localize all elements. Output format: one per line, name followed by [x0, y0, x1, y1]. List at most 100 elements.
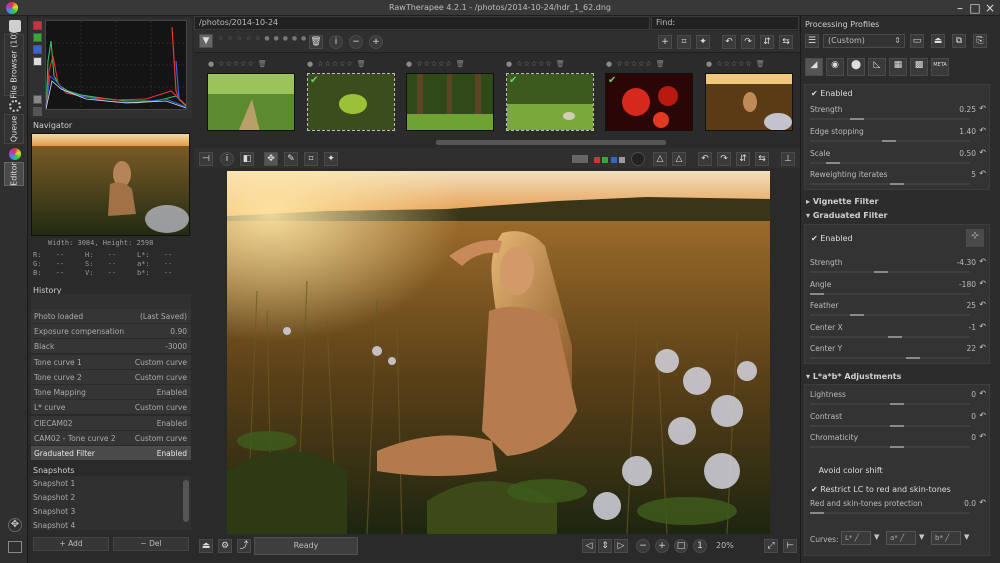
strength-slider[interactable] [810, 118, 970, 120]
color-wheel-icon[interactable] [9, 148, 21, 160]
thumb-rating-icons[interactable]: ● ☆☆☆☆☆ 🗑 [208, 60, 268, 68]
filter-icon[interactable]: ▼ [199, 34, 213, 48]
reset-icon[interactable]: ↶ [979, 411, 986, 420]
profile-list-icon[interactable]: ☰ [805, 34, 819, 48]
tab-editor[interactable]: Editor [4, 162, 24, 186]
gears-icon[interactable] [9, 100, 21, 112]
thumb-rating-icons[interactable]: ● ☆☆☆☆☆ 🗑 [406, 60, 466, 68]
snapshots-scrollbar[interactable] [183, 480, 189, 522]
thumbnail-2[interactable] [307, 73, 395, 131]
histogram-red-toggle[interactable] [33, 21, 42, 30]
lab-contrast-value[interactable]: 0 [971, 412, 976, 421]
info-icon[interactable]: i [220, 152, 234, 166]
trash-icon[interactable]: 🗑 [309, 35, 323, 49]
grad-strength-value[interactable]: -4.30 [957, 258, 976, 267]
folder-icon[interactable] [9, 20, 21, 32]
histogram-luminance-toggle[interactable] [33, 57, 42, 66]
snapshot-item[interactable]: Snapshot 4 [31, 519, 181, 533]
hide-right-panel-icon[interactable]: ⊢ [783, 539, 797, 553]
zoom-out-icon[interactable]: − [636, 539, 650, 553]
thumb-rating-icons[interactable]: ● ☆☆☆☆☆ 🗑 [307, 60, 367, 68]
reset-icon[interactable]: ↶ [979, 104, 986, 113]
history-row[interactable]: Exposure compensation 0.90 [31, 324, 191, 339]
reset-icon[interactable]: ↶ [979, 300, 986, 309]
copy-profile-icon[interactable]: ⧉ [952, 34, 966, 48]
next-image-icon[interactable]: ▷ [614, 539, 628, 553]
info-icon[interactable]: i [329, 35, 343, 49]
lab-lightness-value[interactable]: 0 [971, 390, 976, 399]
move-panel-icon[interactable]: ✥ [8, 518, 22, 532]
grad-strength-slider[interactable] [810, 271, 970, 273]
lab-contrast-slider[interactable] [810, 425, 970, 427]
graduated-enabled-checkbox[interactable]: ✔ Enabled [811, 234, 853, 243]
param-reweighting-iterates-value[interactable]: 5 [971, 170, 976, 179]
close-icon[interactable]: × [983, 1, 997, 15]
thumb-rating-icons[interactable]: ● ☆☆☆☆☆ 🗑 [506, 60, 566, 68]
fullscreen-icon[interactable] [8, 541, 22, 553]
history-row[interactable]: CAM02 - Tone curve 2 Custom curve [31, 431, 191, 446]
main-preview-image[interactable] [227, 171, 770, 534]
vignette-filter-header[interactable]: ▸ Vignette Filter [806, 197, 878, 206]
star-filter-icons[interactable]: ☆ ☆ ☆ ☆ ☆ ● ● ● ● ● [218, 35, 307, 42]
rotate-left-icon[interactable]: ↶ [722, 35, 736, 49]
chevron-down-icon[interactable]: ▼ [874, 533, 879, 541]
rotate-right-icon[interactable]: ↷ [741, 35, 755, 49]
grad-angle-value[interactable]: -180 [959, 280, 976, 289]
color-picker-icon[interactable]: ✎ [284, 152, 298, 166]
lab-chromaticity-slider[interactable] [810, 446, 970, 448]
red-skin-protection-value[interactable]: 0.0 [964, 499, 976, 508]
flip-horizontal-icon[interactable]: ⇆ [755, 152, 769, 166]
lab-lightness-slider[interactable] [810, 403, 970, 405]
external-editor-icon[interactable]: ⤴ [237, 539, 251, 553]
tab-queue[interactable]: Queue [4, 114, 24, 144]
grad-center-x-value[interactable]: -1 [969, 323, 976, 332]
curve-l-button[interactable]: L* ╱ [841, 531, 871, 545]
reset-icon[interactable]: ↶ [979, 322, 986, 331]
zoom-100-icon[interactable]: 1 [693, 539, 707, 553]
minimize-icon[interactable]: – [953, 1, 967, 15]
delete-snapshot-button[interactable]: − Del [113, 537, 189, 551]
zoom-in-icon[interactable]: + [655, 539, 669, 553]
histogram-green-toggle[interactable] [33, 33, 42, 42]
tab-transform[interactable]: ▦ [889, 58, 907, 76]
histogram-blue-toggle[interactable] [33, 45, 42, 54]
histogram-raw-toggle[interactable] [33, 95, 42, 104]
history-row[interactable]: CIECAM02 Enabled [31, 416, 191, 431]
histogram-bar-toggle[interactable] [33, 107, 42, 116]
zoom-in-icon[interactable]: + [369, 35, 383, 49]
reset-icon[interactable]: ↶ [979, 169, 986, 178]
reset-icon[interactable]: ↶ [979, 343, 986, 352]
shadow-clip-warning-icon[interactable]: △ [653, 152, 667, 166]
tab-advanced[interactable]: ◺ [868, 58, 886, 76]
reset-icon[interactable]: ↶ [979, 498, 986, 507]
red-skin-protection-slider[interactable] [810, 512, 970, 514]
sync-icon[interactable]: ⇕ [598, 539, 612, 553]
grad-angle-slider[interactable] [810, 293, 970, 295]
param-edge-stopping-value[interactable]: 1.40 [959, 127, 976, 136]
grad-feather-slider[interactable] [810, 314, 970, 316]
paste-profile-icon[interactable]: ⎘ [973, 34, 987, 48]
thumbnail-3[interactable] [406, 73, 494, 131]
crop-tool-icon[interactable]: ⌗ [304, 152, 318, 166]
grad-center-y-slider[interactable] [810, 357, 970, 359]
thumbnail-6[interactable] [705, 73, 793, 131]
param-scale-value[interactable]: 0.50 [959, 149, 976, 158]
crosshair-icon[interactable]: + [658, 35, 672, 49]
flip-horizontal-icon[interactable]: ⇆ [779, 35, 793, 49]
thumbnail-5[interactable] [605, 73, 693, 131]
profile-select[interactable]: (Custom) ⇕ [823, 34, 905, 48]
graduated-filter-header[interactable]: ▾ Graduated Filter [806, 211, 887, 220]
preview-channel-icons[interactable] [572, 152, 628, 166]
zoom-out-icon[interactable]: − [349, 35, 363, 49]
history-row[interactable]: Tone curve 2 Custom curve [31, 370, 191, 385]
hand-tool-icon[interactable]: ✥ [264, 152, 278, 166]
grad-center-x-slider[interactable] [810, 336, 970, 338]
snapshot-item[interactable]: Snapshot 3 [31, 505, 181, 519]
curve-a-button[interactable]: a* ╱ [886, 531, 916, 545]
tab-detail[interactable]: ◉ [826, 58, 844, 76]
tab-exposure[interactable]: ◢ [805, 58, 823, 76]
find-field[interactable]: Find: [651, 16, 799, 30]
lab-chromaticity-value[interactable]: 0 [971, 433, 976, 442]
focus-mask-icon[interactable] [631, 152, 645, 166]
thumb-rating-icons[interactable]: ● ☆☆☆☆☆ 🗑 [606, 60, 666, 68]
